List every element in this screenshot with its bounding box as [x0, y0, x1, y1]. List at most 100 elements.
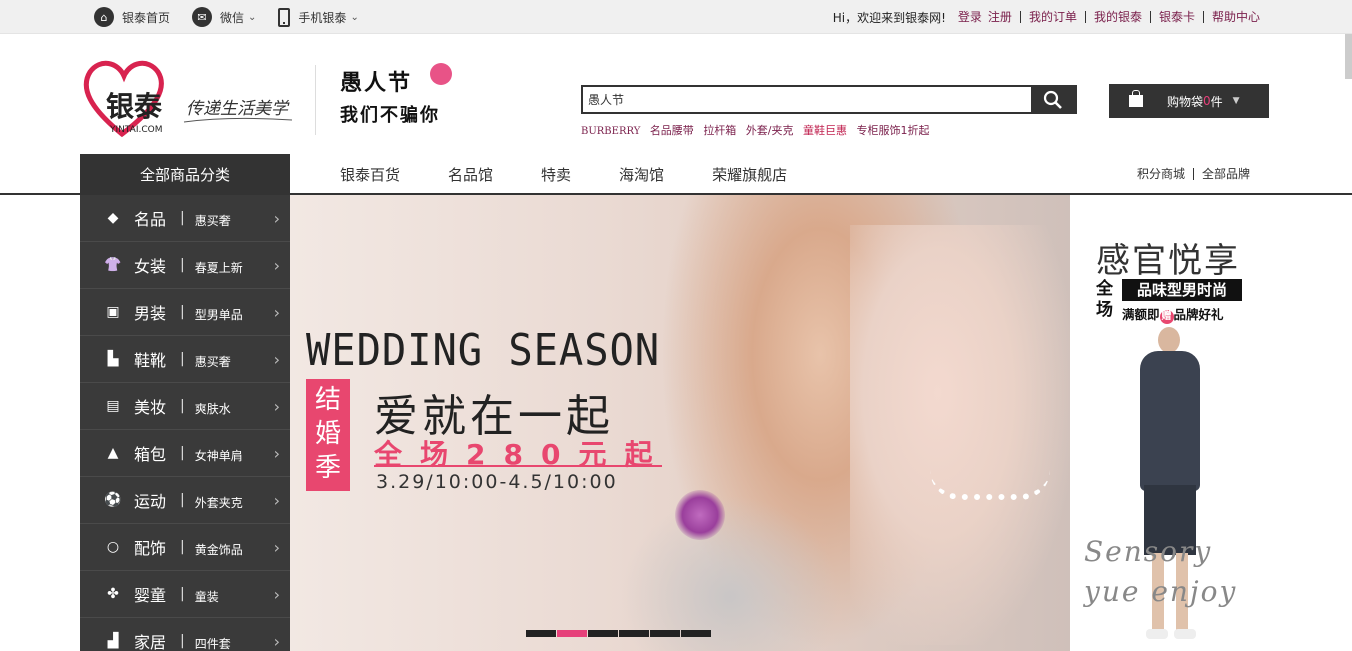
register-link[interactable]: 注册: [986, 11, 1021, 23]
category-sub: 爽肤水: [194, 401, 231, 416]
category-sub: 惠买奢: [194, 213, 231, 228]
nav-item-honor-store[interactable]: 荣耀旗舰店: [712, 164, 787, 185]
carousel-dot-active[interactable]: [557, 630, 587, 637]
carousel-dot[interactable]: [588, 630, 618, 637]
separator: |: [180, 257, 185, 273]
search-bar: [581, 85, 1077, 114]
category-sub: 春夏上新: [194, 260, 243, 275]
chevron-right-icon: ›: [273, 538, 280, 557]
all-brands-link[interactable]: 全部品牌: [1194, 168, 1250, 180]
main-nav: 银泰百货 名品馆 特卖 海淘馆 荣耀旗舰店: [340, 154, 835, 194]
login-link[interactable]: 登录: [958, 11, 986, 23]
hotword-link[interactable]: BURBERRY: [581, 126, 640, 137]
sidebar-item-shoes[interactable]: ▙ 鞋靴 | 惠买奢 ›: [80, 336, 290, 383]
nav-right-links: 积分商城 全部品牌: [1129, 154, 1250, 194]
hotword-link[interactable]: 童鞋巨惠: [803, 124, 847, 137]
separator: |: [180, 586, 185, 602]
sidebar-item-women[interactable]: 👚 女装 | 春夏上新 ›: [80, 242, 290, 289]
search-icon: [1043, 90, 1062, 109]
nav-item-overseas[interactable]: 海淘馆: [619, 164, 664, 185]
banner-bride-area: [850, 225, 1070, 645]
side-advertisement[interactable]: 感官悦享 全场 品味型男时尚 满额即赠品牌好礼 Sensory yue enjo…: [1070, 195, 1270, 651]
separator: |: [180, 633, 185, 649]
banner-flower: [675, 490, 725, 540]
side-ad-script-2: yue enjoy: [1084, 575, 1238, 608]
separator: |: [180, 539, 185, 555]
chevron-right-icon: ›: [273, 256, 280, 275]
category-name: 鞋靴: [134, 351, 167, 370]
points-mall-link[interactable]: 积分商城: [1129, 168, 1194, 180]
banner-tag: 结婚季: [306, 379, 350, 491]
hotword-link[interactable]: 拉杆箱: [703, 124, 736, 137]
hotword-link[interactable]: 外套/夹克: [746, 124, 794, 137]
all-categories-title[interactable]: 全部商品分类: [80, 154, 290, 194]
category-name: 婴童: [134, 586, 167, 605]
separator: |: [180, 304, 185, 320]
search-button[interactable]: [1031, 87, 1075, 112]
nav-item-flash-sale[interactable]: 特卖: [541, 164, 571, 185]
diamond-icon: ◆: [107, 210, 119, 226]
chevron-right-icon: ›: [273, 444, 280, 463]
chevron-right-icon: ›: [273, 632, 280, 651]
search-input[interactable]: [583, 87, 1031, 112]
yintai-card-link[interactable]: 银泰卡: [1151, 11, 1204, 23]
logo-heart-icon: 银泰 YINTAI.COM 传递生活美学: [83, 60, 293, 138]
sidebar-item-home[interactable]: ▟ 家居 | 四件套 ›: [80, 618, 290, 651]
category-sub: 女神单肩: [194, 448, 243, 463]
gift-badge: 赠: [1159, 310, 1174, 324]
side-ad-script-1: Sensory: [1084, 535, 1213, 568]
chevron-down-icon: ⌄: [350, 11, 359, 23]
cart-unit: 件: [1210, 94, 1223, 109]
separator: |: [180, 351, 185, 367]
sidebar-item-baby[interactable]: ✤ 婴童 | 童装 ›: [80, 571, 290, 618]
nav-item-brand-hall[interactable]: 名品馆: [448, 164, 493, 185]
caret-down-icon: ▼: [1232, 96, 1240, 106]
hot-search-words: BURBERRY 名品腰带 拉杆箱 外套/夹克 童鞋巨惠 专柜服饰1折起: [581, 122, 936, 138]
my-yintai-link[interactable]: 我的银泰: [1086, 11, 1151, 23]
category-sub: 型男单品: [194, 307, 243, 322]
chevron-right-icon: ›: [273, 397, 280, 416]
banner-date: 3.29/10:00-4.5/10:00: [376, 471, 618, 493]
top-bar-left: ⌂ 银泰首页 ✉ 微信 ⌄ 手机银泰 ⌄: [94, 0, 381, 34]
carousel-dot[interactable]: [681, 630, 711, 637]
carousel-dot[interactable]: [619, 630, 649, 637]
dress-icon: 👚: [104, 257, 122, 273]
sidebar-item-accessories[interactable]: ○ 配饰 | 黄金饰品 ›: [80, 524, 290, 571]
side-ad-box: 品味型男时尚: [1122, 279, 1242, 301]
sidebar-item-men[interactable]: ▣ 男装 | 型男单品 ›: [80, 289, 290, 336]
home-link[interactable]: ⌂ 银泰首页: [94, 7, 170, 27]
header-divider: [315, 65, 316, 135]
hero-banner[interactable]: WEDDING SEASON 结婚季 爱就在一起 全场280元起 3.29/10…: [290, 195, 1070, 651]
hotword-link[interactable]: 名品腰带: [650, 124, 694, 137]
sidebar-item-sports[interactable]: ⚽ 运动 | 外套夹克 ›: [80, 477, 290, 524]
sidebar-item-beauty[interactable]: ▤ 美妆 | 爽肤水 ›: [80, 383, 290, 430]
side-ad-all: 全场: [1096, 279, 1113, 320]
shopping-bag-button[interactable]: 购物袋 0 件 ▼: [1109, 84, 1269, 118]
help-center-link[interactable]: 帮助中心: [1204, 11, 1260, 23]
category-name: 家居: [134, 633, 167, 651]
ring-icon: ○: [106, 539, 120, 555]
april-fools-promo[interactable]: 愚人节 我们不骗你: [340, 63, 460, 135]
promo-subtitle: 我们不骗你: [340, 105, 440, 126]
yintai-logo[interactable]: 银泰 YINTAI.COM 传递生活美学: [80, 58, 295, 138]
chevron-right-icon: ›: [273, 491, 280, 510]
sidebar-item-luxury[interactable]: ◆ 名品 | 惠买奢 ›: [80, 195, 290, 242]
nav-item-department-store[interactable]: 银泰百货: [340, 164, 400, 185]
chevron-right-icon: ›: [273, 350, 280, 369]
logo-brand: 银泰: [106, 90, 163, 123]
bag-icon: ▲: [107, 445, 119, 461]
wechat-menu[interactable]: ✉ 微信 ⌄: [192, 7, 256, 27]
side-ad-sub-pre: 满额即: [1122, 307, 1160, 322]
carousel-indicators: [526, 630, 712, 637]
sidebar-item-bags[interactable]: ▲ 箱包 | 女神单肩 ›: [80, 430, 290, 477]
carousel-dot[interactable]: [526, 630, 556, 637]
my-orders-link[interactable]: 我的订单: [1021, 11, 1086, 23]
mobile-menu[interactable]: 手机银泰 ⌄: [278, 7, 359, 27]
hotword-link[interactable]: 专柜服饰1折起: [857, 124, 930, 137]
chevron-down-icon: ⌄: [248, 11, 257, 23]
carousel-dot[interactable]: [650, 630, 680, 637]
baby-icon: ✤: [107, 586, 119, 602]
wechat-icon: ✉: [192, 7, 213, 27]
chevron-right-icon: ›: [273, 585, 280, 604]
scrollbar[interactable]: [1345, 34, 1352, 79]
